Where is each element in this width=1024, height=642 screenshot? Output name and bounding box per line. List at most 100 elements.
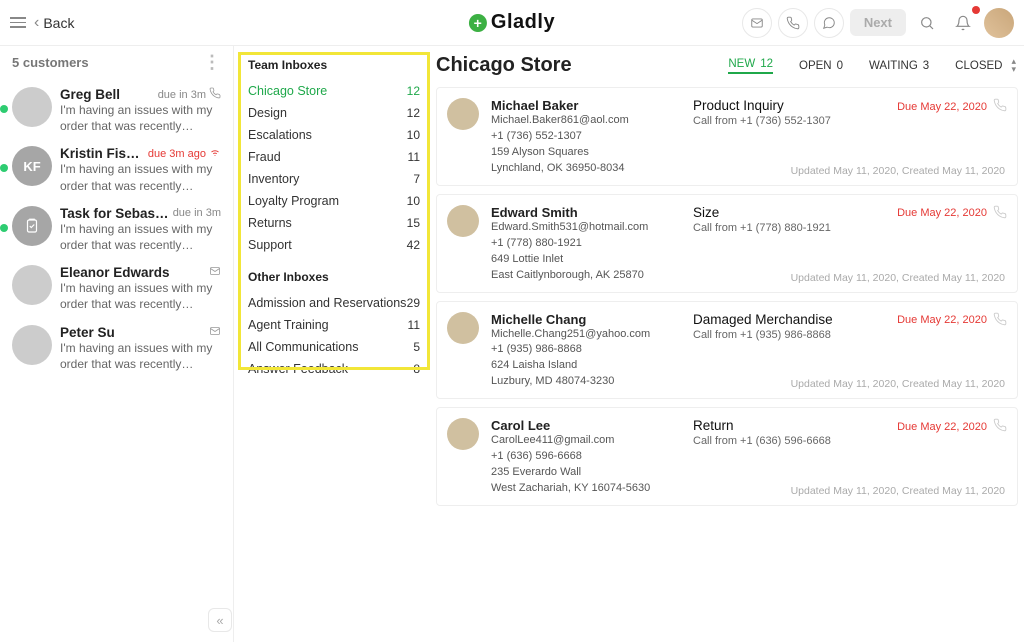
inbox-item[interactable]: Design 12 <box>248 102 420 124</box>
inbox-item[interactable]: All Communications 5 <box>248 336 420 358</box>
inbox-item[interactable]: Support 42 <box>248 234 420 256</box>
card-customer-email: Michael.Baker861@aol.com <box>491 113 681 129</box>
phone-icon <box>993 418 1007 435</box>
card-customer-addr1: 624 Laisha Island <box>491 358 681 374</box>
card-customer-email: Michelle.Chang251@yahoo.com <box>491 327 681 343</box>
inbox-item-label: Answer Feedback <box>248 362 348 376</box>
phone-icon <box>993 98 1007 115</box>
conversation-card[interactable]: Michelle Chang Michelle.Chang251@yahoo.c… <box>436 301 1018 400</box>
customer-name: Kristin Fisher <box>60 146 144 161</box>
customer-preview: I'm having an issues with my order that … <box>60 340 221 372</box>
card-avatar <box>447 205 479 237</box>
inbox-item[interactable]: Agent Training 11 <box>248 314 420 336</box>
customer-preview: I'm having an issues with my order that … <box>60 280 221 312</box>
notification-dot-icon <box>972 6 980 14</box>
brand-logo: + Gladly <box>469 11 555 34</box>
sort-toggle-icon[interactable]: ▴▾ <box>1011 58 1016 72</box>
customer-list-item[interactable]: Peter Su I'm having an issues with my or… <box>6 319 227 378</box>
user-avatar[interactable] <box>984 8 1014 38</box>
inbox-item[interactable]: Escalations 10 <box>248 124 420 146</box>
notifications-icon[interactable] <box>948 8 978 38</box>
card-call-from: Call from +1 (736) 552-1307 <box>693 115 1005 127</box>
inbox-item-count: 42 <box>407 238 420 252</box>
card-customer-phone: +1 (778) 880-1921 <box>491 236 681 252</box>
customer-name: Greg Bell <box>60 87 120 102</box>
other-inboxes-title: Other Inboxes <box>248 270 420 284</box>
card-customer-name: Carol Lee <box>491 418 681 433</box>
inbox-item[interactable]: Loyalty Program 10 <box>248 190 420 212</box>
queue-tab[interactable]: OPEN 0 <box>799 60 843 72</box>
inbox-item[interactable]: Fraud 11 <box>248 146 420 168</box>
chevron-left-icon: ‹ <box>34 14 39 32</box>
card-customer-name: Edward Smith <box>491 205 681 220</box>
card-customer-addr2: West Zachariah, KY 16074-5630 <box>491 481 681 497</box>
inbox-item-count: 29 <box>407 296 420 310</box>
inbox-item[interactable]: Answer Feedback 8 <box>248 358 420 380</box>
wifi-icon <box>209 146 221 161</box>
status-dot-icon <box>0 105 8 113</box>
card-timestamps: Updated May 11, 2020, Created May 11, 20… <box>693 467 1005 497</box>
customer-avatar <box>12 206 52 246</box>
inbox-item-label: Escalations <box>248 128 312 142</box>
status-dot-icon <box>0 164 8 172</box>
mail-icon[interactable] <box>742 8 772 38</box>
inbox-item[interactable]: Returns 15 <box>248 212 420 234</box>
queue-tab[interactable]: WAITING 3 <box>869 60 929 72</box>
search-icon[interactable] <box>912 8 942 38</box>
sidebar-kebab-icon[interactable]: ⋮ <box>203 52 221 73</box>
inbox-item-label: Agent Training <box>248 318 329 332</box>
brand-plus-icon: + <box>469 14 487 32</box>
inbox-item-count: 7 <box>413 172 420 186</box>
customer-list-item[interactable]: KF Kristin Fisher due 3m ago I'm having … <box>6 140 227 199</box>
card-due-label: Due May 22, 2020 <box>897 314 987 326</box>
inbox-item-label: Loyalty Program <box>248 194 339 208</box>
inbox-item[interactable]: Admission and Reservations 29 <box>248 292 420 314</box>
customer-due-meta <box>209 265 221 280</box>
phone-icon <box>993 312 1007 329</box>
status-dot-icon <box>0 224 8 232</box>
card-due-label: Due May 22, 2020 <box>897 101 987 113</box>
customer-due-meta <box>209 325 221 340</box>
inbox-item-label: Chicago Store <box>248 84 327 98</box>
collapse-sidebar-icon[interactable]: « <box>208 608 232 632</box>
customer-due-meta: due in 3m <box>158 87 221 102</box>
customer-avatar <box>12 87 52 127</box>
card-timestamps: Updated May 11, 2020, Created May 11, 20… <box>693 254 1005 284</box>
inbox-item-count: 5 <box>413 340 420 354</box>
inbox-item-label: Support <box>248 238 292 252</box>
card-customer-addr1: 235 Everardo Wall <box>491 465 681 481</box>
phone-icon <box>209 87 221 102</box>
phone-icon[interactable] <box>778 8 808 38</box>
card-due-label: Due May 22, 2020 <box>897 421 987 433</box>
inbox-item-count: 12 <box>407 84 420 98</box>
customer-preview: I'm having an issues with my order that … <box>60 221 221 253</box>
inbox-item-count: 11 <box>408 318 420 332</box>
customer-preview: I'm having an issues with my order that … <box>60 161 221 193</box>
inbox-item[interactable]: Chicago Store 12 <box>248 80 420 102</box>
customer-avatar <box>12 265 52 305</box>
back-label: Back <box>43 15 74 31</box>
card-timestamps: Updated May 11, 2020, Created May 11, 20… <box>693 360 1005 390</box>
conversation-card[interactable]: Michael Baker Michael.Baker861@aol.com +… <box>436 87 1018 186</box>
team-inboxes-title: Team Inboxes <box>248 58 420 72</box>
queue-tab-count: 12 <box>760 58 773 70</box>
back-button[interactable]: ‹ Back <box>34 14 74 32</box>
inbox-item-count: 15 <box>407 216 420 230</box>
conversation-card[interactable]: Carol Lee CarolLee411@gmail.com +1 (636)… <box>436 407 1018 506</box>
queue-tab-label: WAITING <box>869 60 918 72</box>
queue-tab-count: 0 <box>837 60 843 72</box>
conversation-card[interactable]: Edward Smith Edward.Smith531@hotmail.com… <box>436 194 1018 293</box>
next-button: Next <box>850 9 906 36</box>
chat-icon[interactable] <box>814 8 844 38</box>
card-customer-name: Michelle Chang <box>491 312 681 327</box>
customer-count-label: 5 customers <box>12 55 89 70</box>
inbox-item-count: 10 <box>407 128 420 142</box>
inbox-item[interactable]: Inventory 7 <box>248 168 420 190</box>
customer-list-item[interactable]: Task for Sebasta... due in 3m I'm having… <box>6 200 227 259</box>
queue-tab-label: NEW <box>728 58 755 70</box>
queue-tab[interactable]: NEW 12 <box>728 58 773 74</box>
queue-tab[interactable]: CLOSED <box>955 60 1007 72</box>
hamburger-menu-icon[interactable] <box>10 17 26 28</box>
customer-list-item[interactable]: Greg Bell due in 3m I'm having an issues… <box>6 81 227 140</box>
customer-list-item[interactable]: Eleanor Edwards I'm having an issues wit… <box>6 259 227 318</box>
